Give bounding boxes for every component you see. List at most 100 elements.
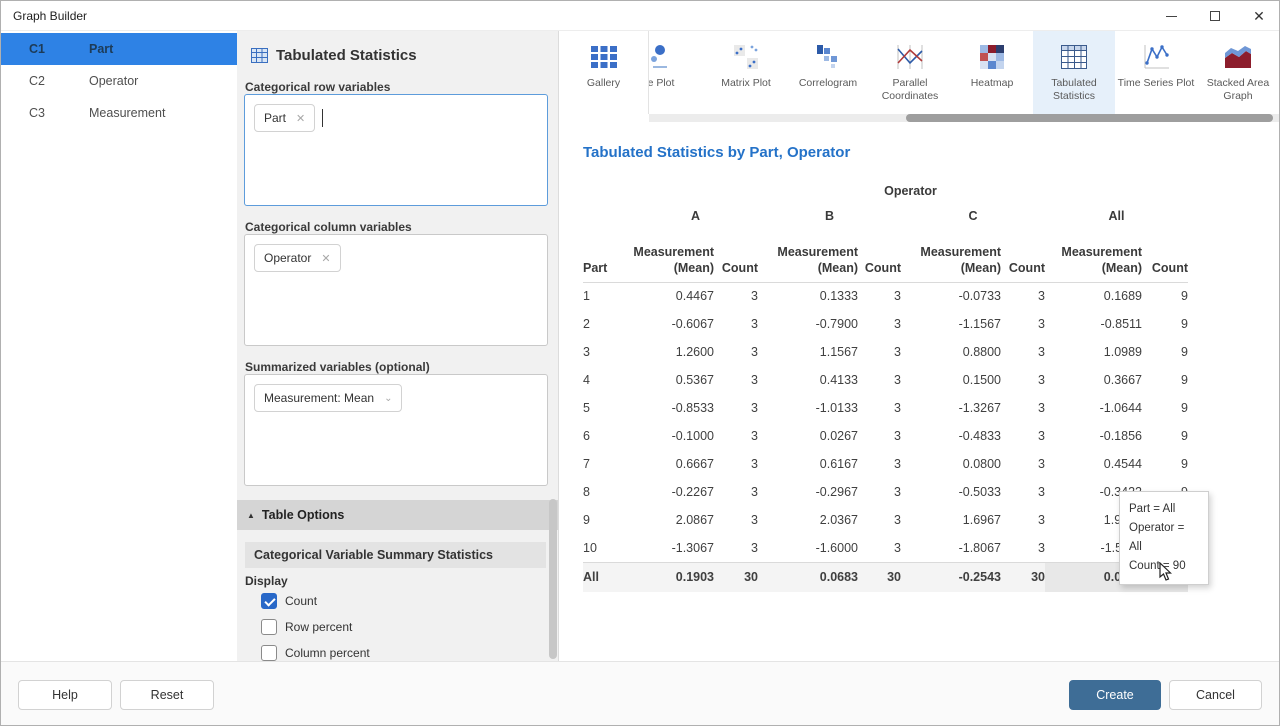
table-cell: -1.8067 (901, 534, 1001, 562)
row-variables-field[interactable]: Part ✕ (244, 94, 548, 206)
table-cell: 2.0367 (758, 506, 858, 534)
group-header-a: A (633, 200, 758, 232)
gallery-item-matrix-plot[interactable]: Matrix Plot (705, 31, 787, 114)
column-percent-checkbox[interactable] (261, 645, 277, 661)
collapse-icon: ▲ (247, 511, 255, 520)
builder-panel: Tabulated Statistics Categorical row var… (237, 31, 559, 661)
table-cell: 3 (1001, 282, 1045, 310)
table-cell: -0.6067 (633, 310, 714, 338)
variable-chip-part[interactable]: Part ✕ (254, 104, 315, 132)
tooltip-line: Operator = All (1129, 519, 1199, 557)
gallery-item-stacked-area-graph[interactable]: Stacked Area Graph (1197, 31, 1279, 114)
table-cell: 9 (1142, 366, 1188, 394)
gallery-item-time-series-plot[interactable]: Time Series Plot (1115, 31, 1197, 114)
column-percent-checkbox-row[interactable]: Column percent (261, 645, 370, 661)
table-cell: 1.2600 (633, 338, 714, 366)
close-button[interactable]: ✕ (1237, 1, 1280, 31)
gallery-item-label: e Plot (649, 77, 674, 90)
gallery-item-heatmap[interactable]: Heatmap (951, 31, 1033, 114)
table-cell: 9 (1142, 310, 1188, 338)
table-cell: 0.3667 (1045, 366, 1142, 394)
sidebar-item-measurement[interactable]: C3 Measurement (1, 97, 237, 129)
window-controls: ✕ (1149, 1, 1280, 31)
table-cell: 2.0867 (633, 506, 714, 534)
table-total-row: All0.1903300.068330-0.2543300.001490 (583, 562, 1188, 592)
table-cell: -0.8533 (633, 394, 714, 422)
maximize-button[interactable] (1193, 1, 1237, 31)
builder-header: Tabulated Statistics (251, 47, 417, 64)
count-checkbox[interactable] (261, 593, 277, 609)
gallery-item-parallel-coordinates[interactable]: Parallel Coordinates (869, 31, 951, 114)
titlebar: Graph Builder ✕ (1, 1, 1280, 31)
table-cell: 3 (858, 394, 901, 422)
sidebar-item-operator[interactable]: C2 Operator (1, 65, 237, 97)
mean-header: Measurement(Mean) (758, 232, 858, 282)
summary-statistics-section: Categorical Variable Summary Statistics (245, 542, 546, 568)
count-header: Count (1142, 232, 1188, 282)
gallery-item-gallery[interactable]: Gallery (559, 31, 649, 114)
gallery-scrollbar-track[interactable] (649, 114, 1280, 122)
table-cell: 30 (1001, 562, 1045, 592)
builder-scrollbar-thumb[interactable] (549, 499, 557, 659)
table-cell: 0.1903 (633, 562, 714, 592)
parallel-coordinates-icon (894, 41, 926, 73)
checkbox-label: Count (285, 594, 317, 608)
table-row: 8-0.22673-0.29673-0.50333-0.34229 (583, 478, 1188, 506)
column-id: C1 (1, 42, 61, 56)
gallery-item-label: Heatmap (971, 77, 1014, 90)
mean-header: Measurement(Mean) (901, 232, 1001, 282)
table-cell: 1.0989 (1045, 338, 1142, 366)
table-cell: 9 (1142, 338, 1188, 366)
graph-builder-window: Graph Builder ✕ C1 Part C2 Operator C3 M… (0, 0, 1280, 726)
preview-panel: Tabulated Statistics by Part, Operator O… (559, 122, 1280, 661)
gallery-item-correlogram[interactable]: Correlogram (787, 31, 869, 114)
column-variables-field[interactable]: Operator ✕ (244, 234, 548, 346)
table-cell: -0.4833 (901, 422, 1001, 450)
table-cell: 1.6967 (901, 506, 1001, 534)
help-button[interactable]: Help (18, 680, 112, 710)
table-cell: 3 (1001, 422, 1045, 450)
remove-chip-icon[interactable]: ✕ (296, 112, 305, 125)
table-cell: 3 (583, 338, 633, 366)
table-cell: 3 (714, 450, 758, 478)
summarized-variables-field[interactable]: Measurement: Mean ⌄ (244, 374, 548, 486)
stats-table-body: 10.446730.13333-0.073330.168992-0.60673-… (583, 282, 1188, 592)
table-cell: 3 (1001, 310, 1045, 338)
column-name: Part (61, 42, 113, 56)
variable-chip-operator[interactable]: Operator ✕ (254, 244, 341, 272)
create-button[interactable]: Create (1069, 680, 1161, 710)
variable-chip-measurement-mean[interactable]: Measurement: Mean ⌄ (254, 384, 402, 412)
table-cell: 3 (1001, 450, 1045, 478)
count-checkbox-row[interactable]: Count (261, 593, 317, 609)
gallery-item-bubble-plot[interactable]: e Plot (649, 31, 705, 114)
row-percent-checkbox-row[interactable]: Row percent (261, 619, 352, 635)
footer-bar: Help Reset Create Cancel (1, 661, 1280, 726)
time-series-plot-icon (1141, 41, 1171, 73)
sidebar-item-part[interactable]: C1 Part (1, 33, 237, 65)
table-cell: 3 (858, 366, 901, 394)
table-options-header[interactable]: ▲ Table Options (237, 500, 559, 530)
table-cell: 3 (714, 310, 758, 338)
table-cell: 3 (714, 422, 758, 450)
table-cell: 3 (714, 394, 758, 422)
row-percent-checkbox[interactable] (261, 619, 277, 635)
row-label-header: Part (583, 232, 633, 282)
gallery-scrollbar-thumb[interactable] (906, 114, 1273, 122)
remove-chip-icon[interactable]: ✕ (321, 252, 330, 265)
table-cell: 30 (714, 562, 758, 592)
gallery-item-tabulated-statistics[interactable]: Tabulated Statistics (1033, 31, 1115, 114)
minimize-button[interactable] (1149, 1, 1193, 31)
table-cell: 0.0267 (758, 422, 858, 450)
tabulated-statistics-table: Operator A B C All Part Measurement(Mean… (583, 174, 1188, 592)
table-cell: 0.6667 (633, 450, 714, 478)
reset-button[interactable]: Reset (120, 680, 214, 710)
chevron-down-icon[interactable]: ⌄ (384, 393, 392, 404)
table-cell: 9 (583, 506, 633, 534)
table-cell: -0.2543 (901, 562, 1001, 592)
table-cell: 8 (583, 478, 633, 506)
maximize-icon (1210, 11, 1220, 21)
cancel-button[interactable]: Cancel (1169, 680, 1262, 710)
count-header: Count (1001, 232, 1045, 282)
tooltip-line: Part = All (1129, 500, 1199, 519)
row-variables-label: Categorical row variables (245, 80, 390, 94)
